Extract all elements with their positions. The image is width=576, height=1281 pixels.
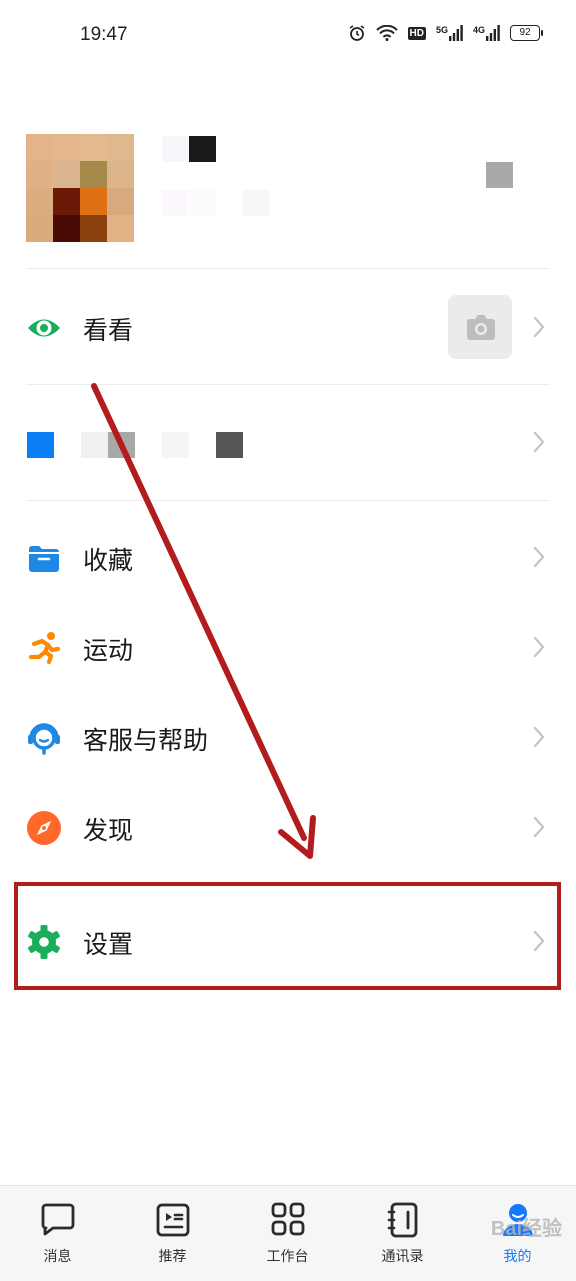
chat-bubble-icon (41, 1203, 74, 1236)
video-card-icon (156, 1203, 189, 1237)
bottom-tab-bar: 消息 推荐 工作台 通讯录 我的 (0, 1185, 576, 1281)
tab-label-workbench: 工作台 (266, 1249, 309, 1265)
tab-workbench[interactable]: 工作台 (230, 1186, 345, 1281)
annotation-arrow (91, 383, 316, 859)
tab-recommend[interactable]: 推荐 (115, 1186, 230, 1281)
tab-label-contacts: 通讯录 (381, 1249, 424, 1265)
watermark: Bai经验 (490, 1218, 562, 1240)
tab-label-me: 我的 (503, 1249, 532, 1265)
tab-label-messages: 消息 (43, 1249, 72, 1265)
tab-contacts[interactable]: 通讯录 (345, 1186, 460, 1281)
annotation-highlight-box (14, 882, 561, 990)
address-book-icon (387, 1202, 417, 1238)
tab-label-recommend: 推荐 (158, 1249, 187, 1265)
tab-messages[interactable]: 消息 (0, 1186, 115, 1281)
grid-icon (271, 1202, 304, 1236)
